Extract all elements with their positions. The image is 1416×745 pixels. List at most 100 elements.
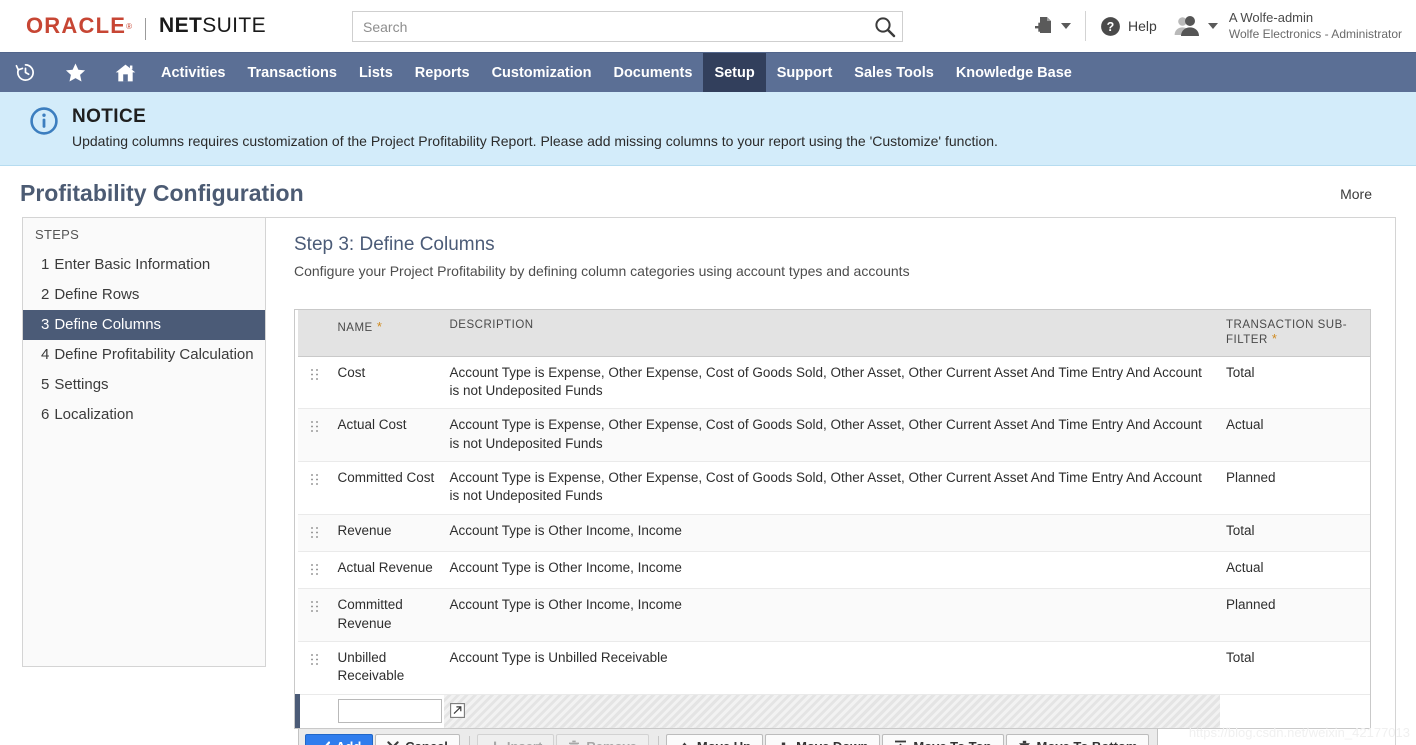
cell-sub-filter[interactable]: Planned <box>1220 589 1370 642</box>
row-drag-handle[interactable] <box>298 552 332 589</box>
drag-handle-icon[interactable] <box>311 369 318 380</box>
nav-item-documents[interactable]: Documents <box>602 53 703 92</box>
move-up-button[interactable]: Move Up <box>666 734 763 745</box>
step-item-define-rows[interactable]: 2 Define Rows <box>23 280 265 310</box>
table-row[interactable]: Committed Revenue Account Type is Other … <box>298 589 1371 642</box>
column-header-name[interactable]: NAME * <box>332 310 444 356</box>
nav-item-transactions[interactable]: Transactions <box>236 53 347 92</box>
cell-description[interactable]: Account Type is Unbilled Receivable <box>444 642 1221 695</box>
header-right-cluster: ? Help A Wolfe-admin Wolfe Electronics -… <box>1034 0 1416 52</box>
grid-header: NAME * DESCRIPTION TRANSACTION SUB-FILTE… <box>298 310 1371 356</box>
create-new-record-button[interactable] <box>1034 15 1071 37</box>
column-header-description[interactable]: DESCRIPTION <box>444 310 1221 356</box>
table-row[interactable]: Committed Cost Account Type is Expense, … <box>298 461 1371 514</box>
help-button[interactable]: ? Help <box>1100 16 1157 37</box>
cell-name[interactable]: Unbilled Receivable <box>332 642 444 695</box>
step-item-enter-basic-information[interactable]: 1Enter Basic Information <box>23 250 265 280</box>
cell-name[interactable]: Actual Cost <box>332 409 444 462</box>
column-header-description-label: DESCRIPTION <box>450 319 534 331</box>
recent-history-button[interactable] <box>0 53 50 92</box>
new-entry-row[interactable] <box>298 694 1371 728</box>
shortcuts-favorites-button[interactable] <box>50 53 100 92</box>
nav-item-lists[interactable]: Lists <box>348 53 404 92</box>
cell-sub-filter[interactable]: Planned <box>1220 461 1370 514</box>
step-number: 5 <box>41 376 49 393</box>
row-drag-handle[interactable] <box>298 409 332 462</box>
step-item-define-profitability-calculation[interactable]: 4Define Profitability Calculation <box>23 340 265 370</box>
insert-button[interactable]: Insert <box>477 734 554 745</box>
move-down-button[interactable]: Move Down <box>765 734 880 745</box>
cell-description[interactable]: Account Type is Other Income, Income <box>444 514 1221 551</box>
table-row[interactable]: Revenue Account Type is Other Income, In… <box>298 514 1371 551</box>
table-row[interactable]: Unbilled Receivable Account Type is Unbi… <box>298 642 1371 695</box>
nav-item-setup[interactable]: Setup <box>703 53 765 92</box>
brand-logo[interactable]: ORACLE® NETSUITE <box>0 13 266 39</box>
table-row[interactable]: Actual Revenue Account Type is Other Inc… <box>298 552 1371 589</box>
move-to-top-button[interactable]: Move To Top <box>882 734 1003 745</box>
step-label: Define Rows <box>54 286 139 303</box>
step-item-settings[interactable]: 5Settings <box>23 370 265 400</box>
cell-description[interactable]: Account Type is Expense, Other Expense, … <box>444 409 1221 462</box>
cell-description[interactable]: Account Type is Other Income, Income <box>444 552 1221 589</box>
home-button[interactable] <box>100 53 150 92</box>
new-entry-description-cell[interactable] <box>444 694 1221 728</box>
new-entry-sub-filter-cell[interactable] <box>1220 694 1370 728</box>
open-popup-icon[interactable] <box>450 703 465 718</box>
nav-item-sales-tools[interactable]: Sales Tools <box>843 53 945 92</box>
nav-item-support[interactable]: Support <box>766 53 844 92</box>
user-menu[interactable]: A Wolfe-admin Wolfe Electronics - Admini… <box>1173 10 1402 42</box>
row-drag-handle[interactable] <box>298 461 332 514</box>
drag-handle-icon[interactable] <box>311 527 318 538</box>
cell-name[interactable]: Committed Revenue <box>332 589 444 642</box>
search-input[interactable] <box>352 11 903 42</box>
row-drag-handle[interactable] <box>298 514 332 551</box>
drag-handle-icon[interactable] <box>311 601 318 612</box>
new-entry-name-input[interactable] <box>338 699 442 723</box>
cell-sub-filter[interactable]: Total <box>1220 356 1370 409</box>
drag-handle-icon[interactable] <box>311 421 318 432</box>
add-button[interactable]: Add <box>305 734 373 745</box>
table-row[interactable]: Actual Cost Account Type is Expense, Oth… <box>298 409 1371 462</box>
cell-name[interactable]: Actual Revenue <box>332 552 444 589</box>
step-item-define-columns[interactable]: 3Define Columns <box>23 310 265 340</box>
step-item-localization[interactable]: 6Localization <box>23 400 265 430</box>
user-role: Wolfe Electronics - Administrator <box>1229 27 1402 43</box>
notice-banner: NOTICE Updating columns requires customi… <box>0 92 1416 166</box>
drag-handle-icon[interactable] <box>311 654 318 665</box>
cell-name[interactable]: Revenue <box>332 514 444 551</box>
page-content: STEPS 1Enter Basic Information 2Define R… <box>0 217 1416 745</box>
cell-name[interactable]: Committed Cost <box>332 461 444 514</box>
cell-sub-filter[interactable]: Total <box>1220 514 1370 551</box>
new-entry-name-cell[interactable] <box>332 694 444 728</box>
help-label: Help <box>1128 18 1157 34</box>
cell-description[interactable]: Account Type is Other Income, Income <box>444 589 1221 642</box>
step-number: 2 <box>41 286 49 303</box>
row-drag-handle[interactable] <box>298 642 332 695</box>
row-drag-handle[interactable] <box>298 589 332 642</box>
drag-handle-icon[interactable] <box>311 474 318 485</box>
move-to-bottom-button[interactable]: Move To Bottom <box>1006 734 1150 745</box>
nav-item-knowledge-base[interactable]: Knowledge Base <box>945 53 1083 92</box>
nav-item-activities[interactable]: Activities <box>150 53 236 92</box>
nav-item-customization[interactable]: Customization <box>481 53 603 92</box>
cancel-grid-button[interactable]: Cancel <box>375 734 460 745</box>
search-icon[interactable] <box>873 15 897 39</box>
global-search <box>352 11 903 42</box>
step-heading: Step 3: Define Columns <box>294 234 1371 256</box>
user-avatar-icon <box>1173 15 1203 37</box>
cell-description[interactable]: Account Type is Expense, Other Expense, … <box>444 461 1221 514</box>
cell-sub-filter[interactable]: Actual <box>1220 552 1370 589</box>
remove-button[interactable]: Remove <box>556 734 649 745</box>
cell-sub-filter[interactable]: Total <box>1220 642 1370 695</box>
drag-handle-icon[interactable] <box>311 564 318 575</box>
header-divider <box>1085 11 1086 41</box>
column-header-transaction-sub-filter[interactable]: TRANSACTION SUB-FILTER * <box>1220 310 1370 356</box>
toolbar-divider <box>658 736 659 745</box>
more-menu-link[interactable]: More <box>1340 186 1392 202</box>
table-row[interactable]: Cost Account Type is Expense, Other Expe… <box>298 356 1371 409</box>
row-drag-handle[interactable] <box>298 356 332 409</box>
cell-sub-filter[interactable]: Actual <box>1220 409 1370 462</box>
cell-description[interactable]: Account Type is Expense, Other Expense, … <box>444 356 1221 409</box>
cell-name[interactable]: Cost <box>332 356 444 409</box>
nav-item-reports[interactable]: Reports <box>404 53 481 92</box>
